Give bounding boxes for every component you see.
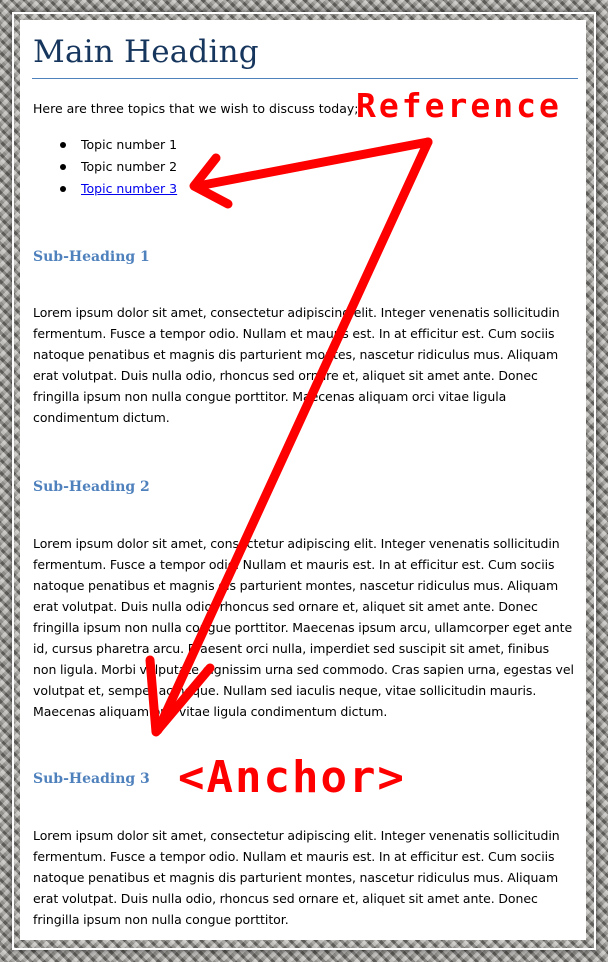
topic-item-2: Topic number 2 — [33, 156, 177, 178]
intro-text: Here are three topics that we wish to di… — [33, 101, 359, 116]
topic-list: Topic number 1 Topic number 2 Topic numb… — [33, 134, 177, 200]
topic-item-1: Topic number 1 — [33, 134, 177, 156]
reference-label: Reference — [356, 86, 562, 125]
topic-label: Topic number 2 — [81, 159, 178, 174]
topic-label: Topic number 1 — [81, 137, 178, 152]
topic-item-3: Topic number 3 — [33, 178, 177, 200]
topic-3-link[interactable]: Topic number 3 — [81, 181, 177, 196]
sub-heading-1: Sub-Heading 1 — [33, 249, 150, 265]
main-heading: Main Heading — [33, 34, 259, 70]
bullet-icon — [60, 164, 66, 170]
section-1-body: Lorem ipsum dolor sit amet, consectetur … — [33, 305, 560, 425]
sub-heading-2: Sub-Heading 2 — [33, 479, 150, 495]
section-2-body: Lorem ipsum dolor sit amet, consectetur … — [33, 536, 574, 719]
sub-heading-3: Sub-Heading 3 — [33, 771, 150, 787]
bullet-icon — [60, 186, 66, 192]
section-3-body: Lorem ipsum dolor sit amet, consectetur … — [33, 828, 560, 927]
bullet-icon — [60, 142, 66, 148]
anchor-label: <Anchor> — [178, 752, 406, 803]
heading-rule — [32, 78, 578, 79]
